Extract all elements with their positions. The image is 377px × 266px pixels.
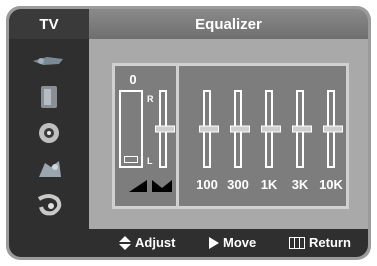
hint-return: Return [289,235,351,250]
band-slider-10k[interactable] [323,90,343,168]
band-slider-100[interactable] [199,90,219,168]
menu-return-icon [289,236,305,249]
balance-meter[interactable] [119,90,143,168]
hint-adjust-label: Adjust [135,235,176,250]
hint-move-label: Move [223,235,257,250]
footer-help-bar: Adjust Move Return [9,229,368,257]
band-slider-knob[interactable] [323,125,343,133]
band-label-10k: 10K [319,177,343,192]
band-labels: 100 300 1K 3K 10K [115,177,346,199]
balance-value: 0 [129,72,137,87]
band-slider-3k[interactable] [292,90,312,168]
picture-icon [41,86,57,108]
title-bar: Equalizer [89,9,368,39]
hint-adjust: Adjust [119,235,175,250]
sound-icon [39,123,59,143]
updown-arrow-icon [119,235,131,250]
sidebar-item-input[interactable] [21,45,77,77]
equalizer-panel: 0 R L 100 300 1K 3K 10K [112,63,349,209]
tv-osd-screen: TV Equalizer 0 R L 100 300 1K 3K 10K Adj… [6,6,371,260]
band-slider-knob[interactable] [199,125,219,133]
band-slider-1k[interactable] [261,90,281,168]
sidebar [9,39,89,229]
band-slider-300[interactable] [230,90,250,168]
sidebar-item-channel[interactable] [21,153,77,185]
tv-tab-label: TV [39,15,59,33]
band-slider-knob[interactable] [230,125,250,133]
balance-right-icon [152,180,172,192]
balance-meter-fill [124,156,138,163]
sidebar-item-picture[interactable] [21,81,77,113]
band-label-1k: 1K [260,177,278,192]
right-arrow-icon [209,236,219,249]
balance-left-icon [129,180,147,192]
equalizer-content: 0 R L 100 300 1K 3K 10K [89,39,368,229]
band-label-300: 300 [227,177,249,192]
sidebar-item-sound[interactable] [21,117,77,149]
balance-slider[interactable] [155,90,175,168]
band-label-100: 100 [196,177,218,192]
balance-slider-knob[interactable] [155,125,175,133]
hint-move: Move [209,235,256,250]
band-label-3k: 3K [291,177,309,192]
input-source-icon [33,57,63,65]
right-channel-label: R [147,94,154,104]
band-slider-knob[interactable] [261,125,281,133]
left-channel-label: L [147,156,153,166]
tv-menu-tab[interactable]: TV [9,9,89,39]
hint-return-label: Return [309,235,351,250]
band-slider-knob[interactable] [292,125,312,133]
channel-icon [39,161,61,177]
setup-icon [37,194,62,216]
sidebar-item-setup[interactable] [21,189,77,221]
page-title: Equalizer [195,15,262,33]
